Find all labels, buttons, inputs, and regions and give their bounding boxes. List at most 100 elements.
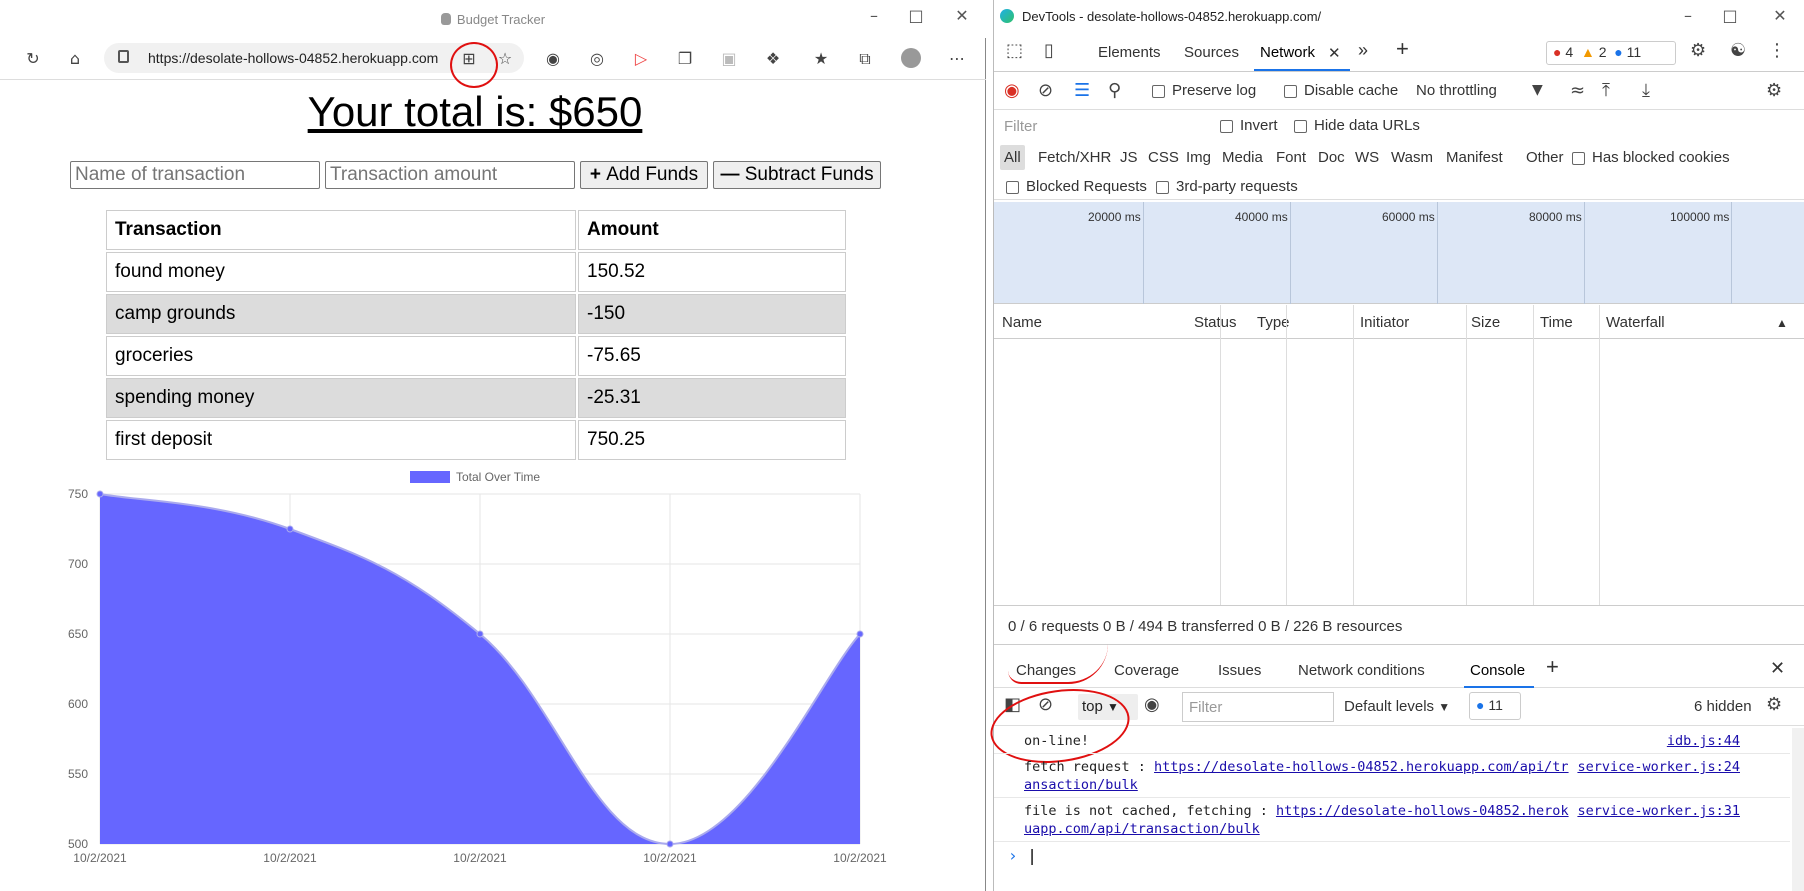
log-levels-select[interactable]: Default levels ▼ [1344,698,1450,715]
hide-data-urls-checkbox[interactable] [1294,120,1307,133]
close-network-tab-icon[interactable]: ✕ [1328,44,1341,62]
transaction-amount-input[interactable] [325,161,575,189]
profile-avatar-icon[interactable] [900,48,922,70]
sort-up-icon[interactable]: ▲ [1776,316,1788,330]
filter-icon[interactable]: ☰ [1074,80,1090,101]
filter-type-js[interactable]: JS [1120,149,1138,166]
collection-icon[interactable]: ❐ [674,48,696,70]
network-filter-input[interactable]: Filter [1002,116,1198,138]
tab-sources[interactable]: Sources [1184,44,1239,61]
col-size[interactable]: Size [1471,314,1500,331]
data-point [856,630,864,638]
dt-maximize-button[interactable]: □ [1720,6,1740,25]
console-settings-icon[interactable]: ⚙ [1766,694,1782,715]
third-party-checkbox[interactable] [1156,181,1169,194]
refresh-icon[interactable]: ↻ [22,48,44,70]
network-settings-icon[interactable]: ⚙ [1766,80,1782,101]
inspect-icon[interactable]: ⬚ [1006,40,1023,61]
password-icon[interactable]: ◉ [542,48,564,70]
drawer-close-icon[interactable]: ✕ [1770,658,1785,679]
chevron-down-icon[interactable]: ▼ [1532,82,1543,98]
drawer-add-tab-icon[interactable]: + [1546,654,1559,680]
col-waterfall[interactable]: Waterfall [1606,314,1665,331]
add-tab-icon[interactable]: + [1396,36,1409,62]
log-url-link-cont[interactable]: ansaction/bulk [1024,777,1138,793]
issues-badge[interactable]: ● 4 ▲ 2 ● 11 [1546,41,1676,65]
drawer-tab-coverage[interactable]: Coverage [1114,662,1179,679]
col-type[interactable]: Type [1257,314,1290,331]
table-row: found money 150.52 [106,252,846,292]
device-toolbar-icon[interactable]: ▯ [1044,40,1054,61]
log-url-link[interactable]: https://desolate-hollows-04852.herok [1276,803,1569,819]
preserve-log-checkbox[interactable] [1152,85,1165,98]
record-icon[interactable]: ◉ [1004,80,1020,101]
more-menu-icon[interactable]: ⋯ [946,48,968,70]
extension2-icon[interactable]: ▣ [718,48,740,70]
filter-type-doc[interactable]: Doc [1318,149,1345,166]
clear-icon[interactable]: ⊘ [1038,80,1053,101]
filter-type-wasm[interactable]: Wasm [1391,149,1433,166]
settings-gear-icon[interactable]: ⚙ [1690,40,1706,61]
col-initiator[interactable]: Initiator [1360,314,1409,331]
blocked-cookies-checkbox[interactable] [1572,152,1585,165]
filter-type-css[interactable]: CSS [1148,149,1179,166]
col-name[interactable]: Name [1002,314,1042,331]
dt-minimize-button[interactable]: – [1678,6,1698,25]
add-favorite-icon[interactable]: ☆ [494,48,516,70]
drawer-tab-console[interactable]: Console [1470,662,1525,679]
console-prompt-icon[interactable]: › | [1008,846,1037,865]
console-message-badge[interactable]: ● 11 [1469,692,1521,720]
tab-network[interactable]: Network [1260,44,1315,61]
search-icon[interactable]: ⚲ [1108,80,1121,101]
network-conditions-icon[interactable]: ≈ [1570,80,1585,101]
more-options-icon[interactable]: ⋮ [1768,40,1786,61]
filter-type-media[interactable]: Media [1222,149,1263,166]
add-funds-button[interactable]: + Add Funds [580,161,708,189]
maximize-button[interactable]: □ [906,6,926,25]
home-icon[interactable]: ⌂ [64,48,86,70]
more-tabs-icon[interactable]: » [1358,40,1368,61]
minimize-button[interactable]: – [864,6,884,25]
network-overview-timeline[interactable]: 20000 ms 40000 ms 60000 ms 80000 ms 1000… [994,202,1804,304]
throttling-select[interactable]: No throttling [1416,82,1497,99]
message-icon: ● [1614,44,1623,60]
drawer-tab-issues[interactable]: Issues [1218,662,1261,679]
network-summary-text: 0 / 6 requests 0 B / 494 B transferred 0… [1008,618,1403,635]
dt-close-button[interactable]: ✕ [1770,6,1790,25]
log-source-link[interactable]: service-worker.js:24 [1577,758,1740,776]
import-har-icon[interactable]: ⤒ [1602,80,1610,101]
disable-cache-checkbox[interactable] [1284,85,1297,98]
blocked-requests-checkbox[interactable] [1006,181,1019,194]
filter-type-manifest[interactable]: Manifest [1446,149,1503,166]
subtract-funds-button[interactable]: — Subtract Funds [713,161,881,189]
log-source-link[interactable]: service-worker.js:31 [1577,802,1740,820]
puzzle-icon[interactable]: ❖ [762,48,784,70]
cast-icon[interactable]: ▷ [630,48,652,70]
collections-icon[interactable]: ⧉ [854,48,876,70]
drawer-tab-network-conditions[interactable]: Network conditions [1298,662,1425,679]
col-status[interactable]: Status [1194,314,1237,331]
transaction-name-input[interactable] [70,161,320,189]
filter-type-fetch[interactable]: Fetch/XHR [1038,149,1111,166]
favorites-icon[interactable]: ★ [810,48,832,70]
export-har-icon[interactable]: ⤓ [1642,80,1650,101]
console-filter-input[interactable]: Filter [1182,692,1334,722]
customize-icon[interactable]: ☯ [1730,40,1746,61]
filter-type-all[interactable]: All [1000,145,1025,170]
live-expression-eye-icon[interactable]: ◉ [1144,694,1160,715]
log-url-link-cont[interactable]: uapp.com/api/transaction/bulk [1024,821,1260,837]
filter-type-ws[interactable]: WS [1355,149,1379,166]
column-divider [1466,305,1467,605]
filter-type-img[interactable]: Img [1186,149,1211,166]
filter-type-other[interactable]: Other [1526,149,1564,166]
close-button[interactable]: ✕ [952,6,972,25]
console-scrollbar[interactable] [1792,728,1804,891]
filter-type-font[interactable]: Font [1276,149,1306,166]
log-url-link[interactable]: https://desolate-hollows-04852.herokuapp… [1154,759,1569,775]
log-source-link[interactable]: idb.js:44 [1667,732,1740,750]
invert-checkbox[interactable] [1220,120,1233,133]
col-time[interactable]: Time [1540,314,1573,331]
data-point [96,490,104,498]
extension-icon[interactable]: ◎ [586,48,608,70]
tab-elements[interactable]: Elements [1098,44,1161,61]
